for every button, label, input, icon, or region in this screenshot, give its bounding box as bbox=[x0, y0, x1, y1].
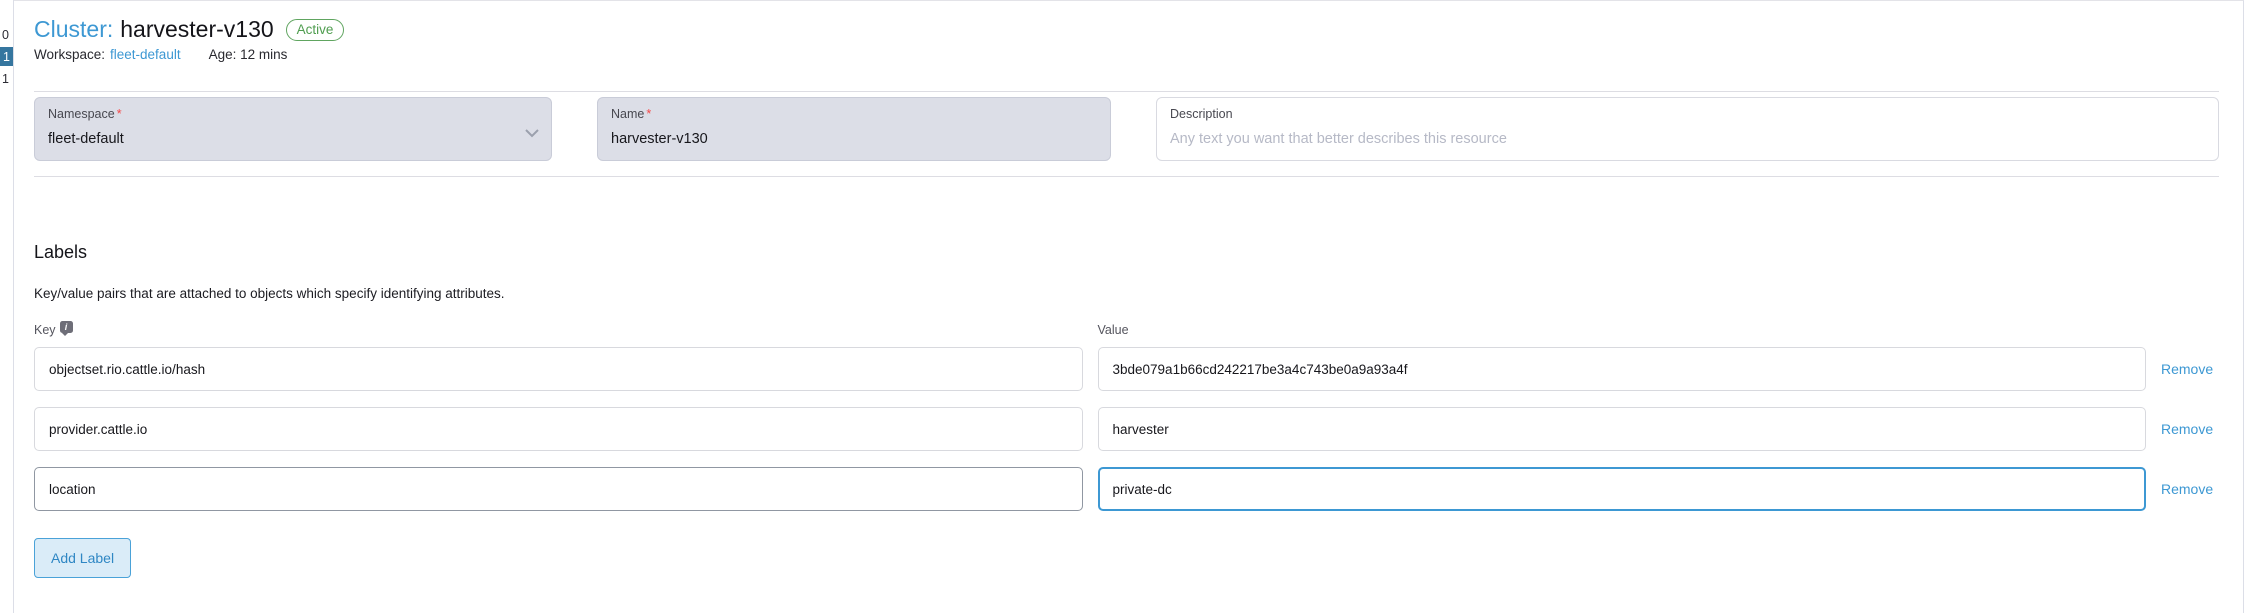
name-value: harvester-v130 bbox=[611, 130, 1097, 151]
resource-type-label: Cluster: bbox=[34, 16, 113, 43]
description-label: Description bbox=[1170, 107, 2205, 122]
name-label: Name bbox=[611, 107, 1097, 122]
sidebar-nav-item[interactable]: 0 bbox=[2, 28, 9, 42]
remove-label-link[interactable]: Remove bbox=[2161, 421, 2213, 437]
labels-subtitle: Key/value pairs that are attached to obj… bbox=[34, 285, 2219, 302]
value-header-text: Value bbox=[1098, 323, 1129, 337]
workspace-link[interactable]: fleet-default bbox=[110, 47, 181, 62]
labels-column-headers: Key i Value bbox=[34, 323, 2219, 337]
sidebar-nav-item-selected[interactable]: 1 bbox=[0, 47, 13, 66]
content-divider bbox=[34, 176, 2219, 177]
age-text: Age: 12 mins bbox=[209, 47, 288, 62]
description-input[interactable] bbox=[1170, 130, 2205, 151]
metadata-form: Namespace fleet-default Name harvester-v… bbox=[34, 97, 2219, 161]
add-label-button[interactable]: Add Label bbox=[34, 538, 131, 578]
value-column-header: Value bbox=[1098, 323, 2147, 337]
label-value-input[interactable] bbox=[1098, 407, 2147, 451]
status-badge: Active bbox=[286, 19, 345, 41]
age-value: 12 mins bbox=[240, 47, 287, 62]
remove-label-link[interactable]: Remove bbox=[2161, 361, 2213, 377]
description-field: Description bbox=[1156, 97, 2219, 161]
key-column-header: Key i bbox=[34, 323, 1083, 337]
workspace-label: Workspace: bbox=[34, 47, 105, 62]
cluster-detail-panel: Cluster: harvester-v130 Active Workspace… bbox=[14, 0, 2244, 613]
age-label: Age: bbox=[209, 47, 237, 62]
label-key-input[interactable] bbox=[34, 467, 1083, 511]
remove-label-link[interactable]: Remove bbox=[2161, 481, 2213, 497]
sidebar-edge: 0 1 1 bbox=[0, 0, 14, 613]
content-divider bbox=[34, 91, 2219, 92]
label-key-input[interactable] bbox=[34, 347, 1083, 391]
namespace-select: Namespace fleet-default bbox=[34, 97, 552, 161]
label-key-input[interactable] bbox=[34, 407, 1083, 451]
labels-heading: Labels bbox=[34, 241, 2219, 263]
header-meta: Workspace: fleet-default Age: 12 mins bbox=[34, 47, 2219, 62]
name-field: Name harvester-v130 bbox=[597, 97, 1111, 161]
namespace-label: Namespace bbox=[48, 107, 538, 122]
key-header-text: Key bbox=[34, 323, 56, 337]
namespace-value: fleet-default bbox=[48, 130, 538, 151]
cluster-name: harvester-v130 bbox=[120, 16, 273, 43]
label-value-input[interactable] bbox=[1098, 467, 2147, 511]
label-rows: Remove Remove Remove bbox=[34, 347, 2219, 511]
sidebar-nav-item[interactable]: 1 bbox=[2, 72, 9, 86]
info-icon[interactable]: i bbox=[60, 321, 73, 333]
sidebar-nav-count: 1 bbox=[3, 50, 10, 64]
page-title: Cluster: harvester-v130 Active bbox=[34, 16, 2219, 43]
label-value-input[interactable] bbox=[1098, 347, 2147, 391]
chevron-down-icon bbox=[525, 125, 539, 143]
